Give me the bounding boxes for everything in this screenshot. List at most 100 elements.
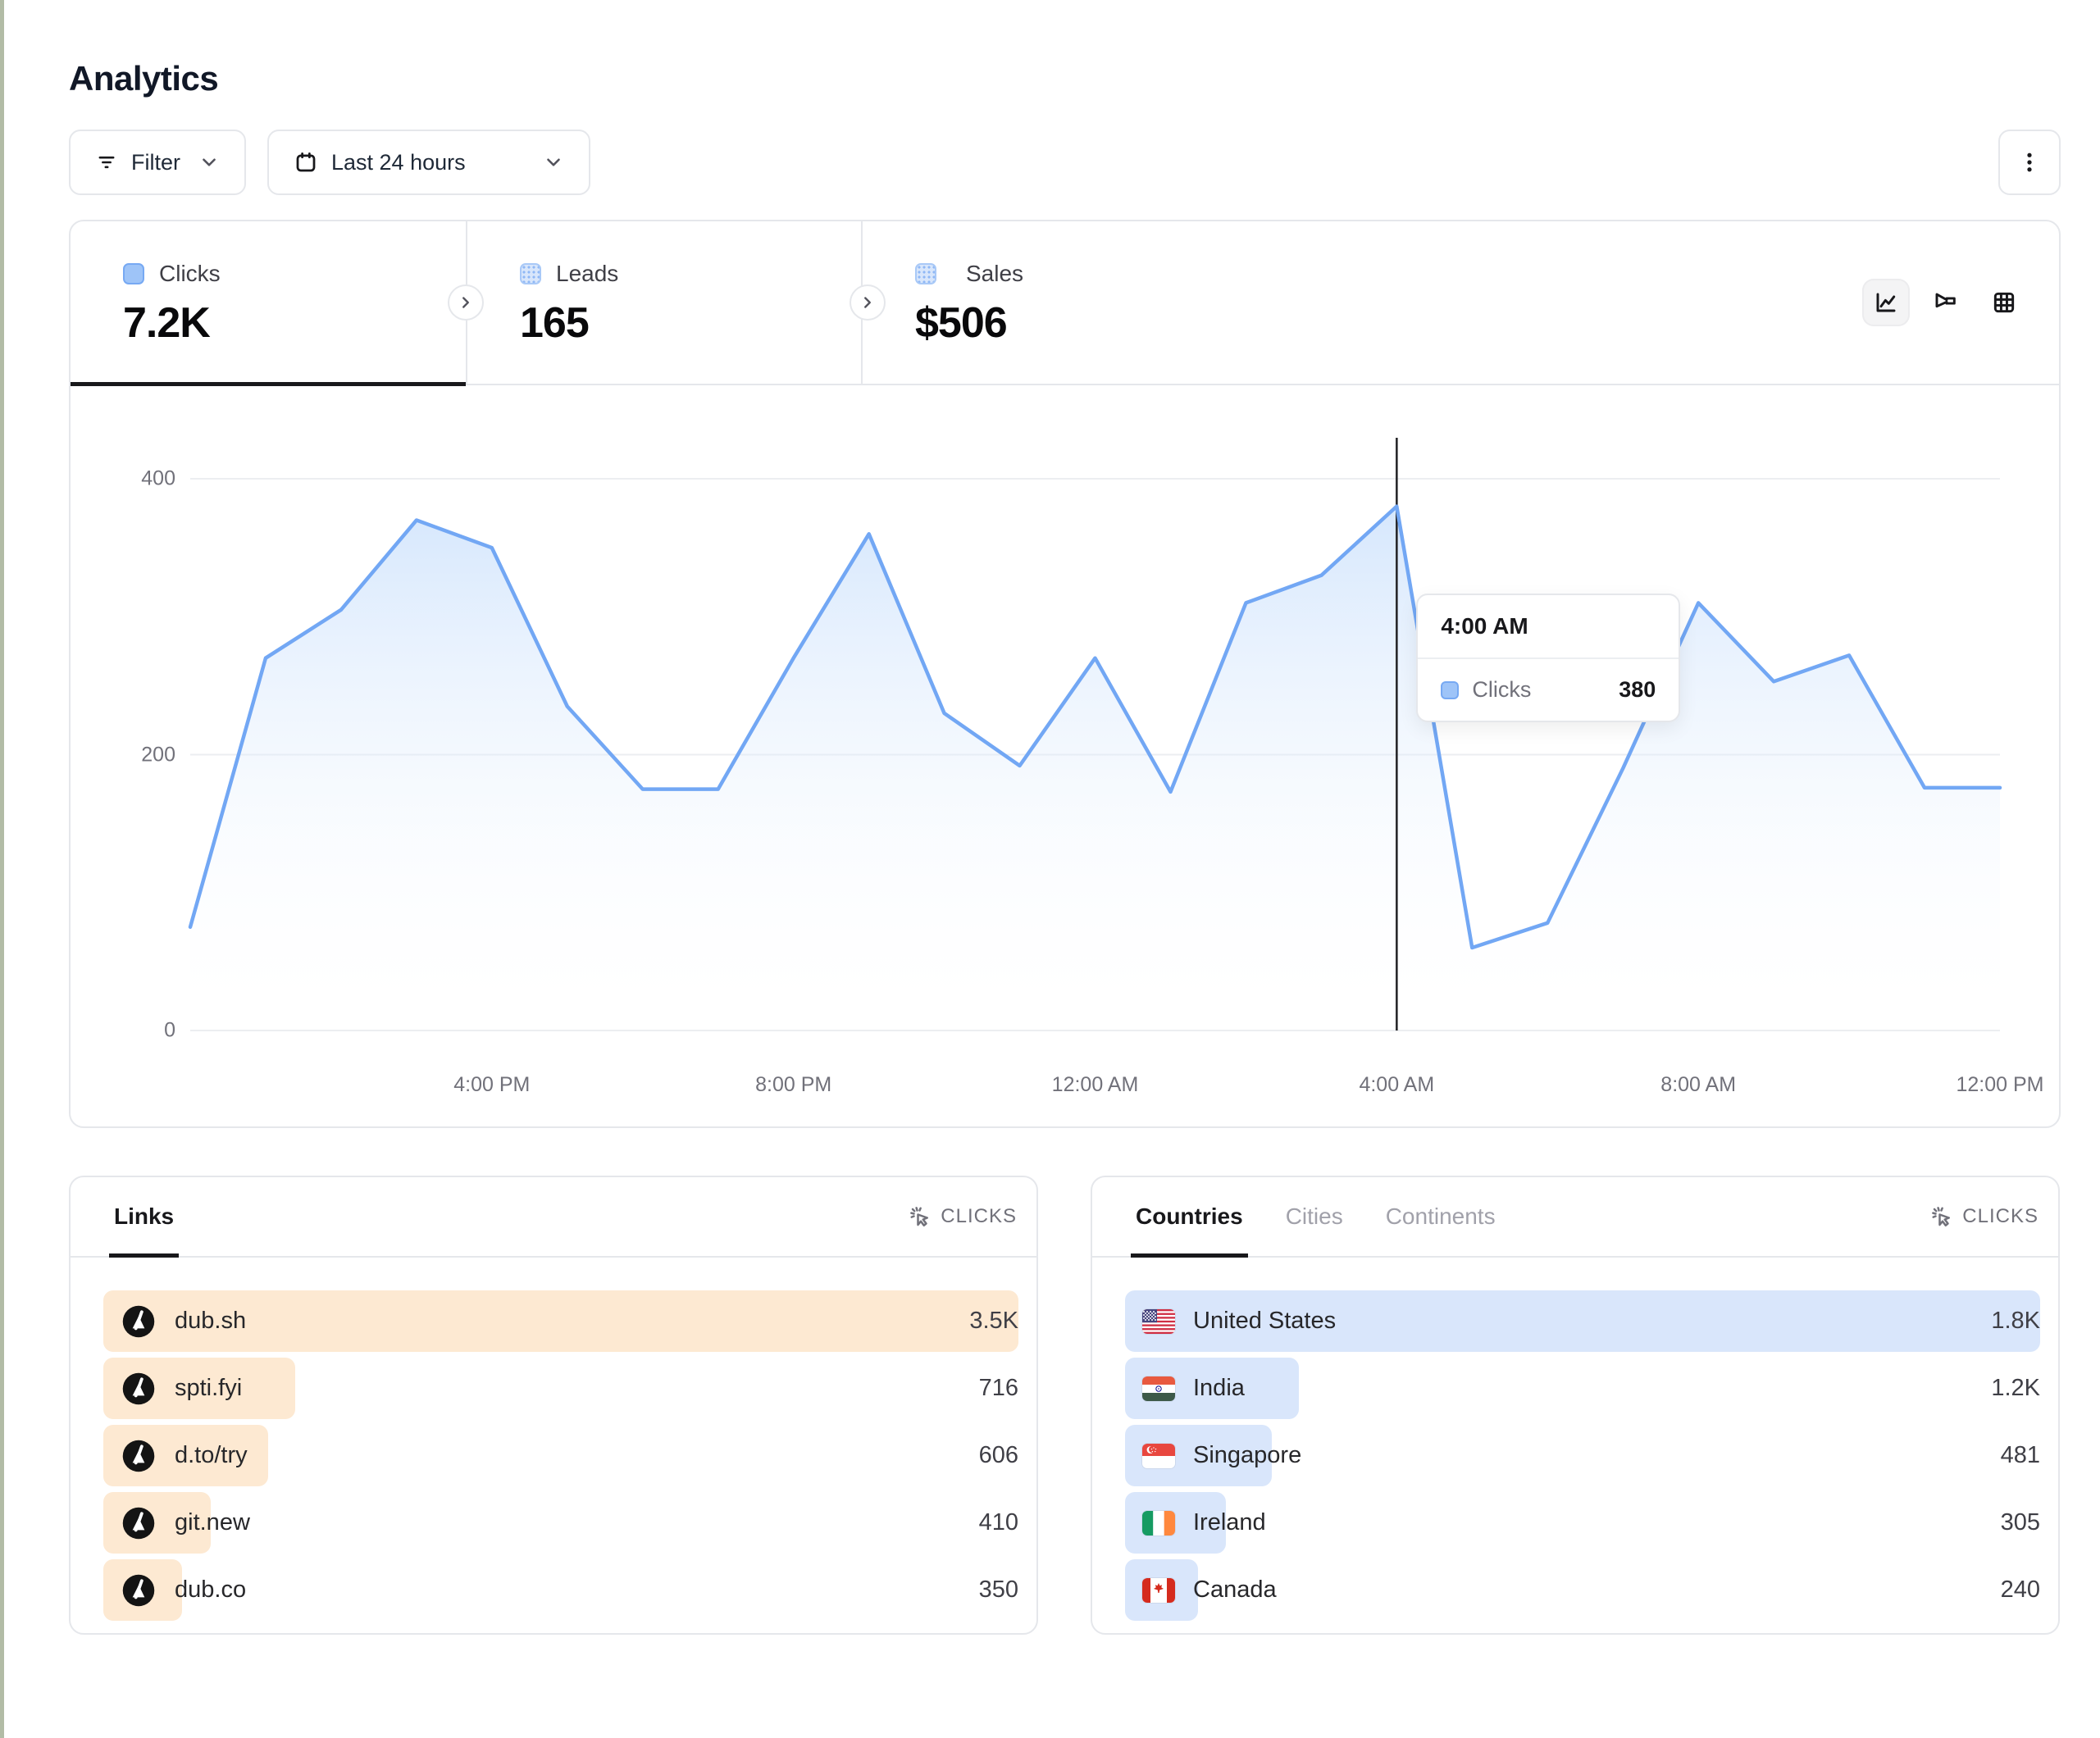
sales-value: $506 [915, 298, 1256, 348]
row-label: dub.co [175, 1576, 246, 1604]
breakdown-panels: Links CLICKS dub.sh3.5K spti.fyi716 [69, 1176, 2061, 1635]
line-chart-view-button[interactable] [1862, 279, 1910, 326]
filter-button[interactable]: Filter [69, 130, 246, 195]
leads-series-swatch [520, 263, 541, 284]
tab-clicks[interactable]: Clicks 7.2K [71, 221, 466, 384]
chart-plot-area[interactable]: 4:00 AM Clicks 380 0200400 [190, 438, 2000, 1036]
us-flag-icon [1142, 1309, 1175, 1334]
row-label: Canada [1193, 1576, 1277, 1604]
ie-flag-icon [1142, 1511, 1175, 1536]
x-axis-tick-label: 4:00 PM [453, 1073, 530, 1097]
y-axis-tick-label: 0 [164, 1019, 175, 1043]
row-label: United States [1193, 1308, 1336, 1335]
row-label: d.to/try [175, 1442, 248, 1469]
row-value: 1.2K [1991, 1375, 2040, 1402]
dub-logo-icon [121, 1304, 157, 1340]
expand-sales-button[interactable] [850, 284, 886, 321]
tab-links[interactable]: Links [114, 1177, 174, 1256]
row-value: 1.8K [1991, 1308, 2040, 1335]
link-row-dub-sh[interactable]: dub.sh3.5K [103, 1289, 1018, 1354]
dub-logo-icon [121, 1505, 157, 1541]
leads-tab-label: Leads [556, 261, 618, 287]
row-value: 3.5K [969, 1308, 1018, 1335]
date-range-button[interactable]: Last 24 hours [267, 130, 590, 195]
tab-leads[interactable]: Leads 165 [466, 221, 861, 384]
chevron-down-icon [198, 152, 220, 173]
row-value: 240 [2001, 1576, 2040, 1604]
row-label: Ireland [1193, 1509, 1266, 1536]
metric-tabs: Clicks 7.2K Leads 165 Sales $506 [71, 221, 2059, 385]
link-row-dub-co[interactable]: dub.co350 [103, 1558, 1018, 1622]
dub-logo-icon [121, 1572, 157, 1608]
tooltip-series-swatch [1441, 681, 1459, 699]
x-axis-tick-label: 12:00 AM [1052, 1073, 1139, 1097]
cursor-click-icon [908, 1204, 932, 1229]
sales-series-swatch [915, 263, 936, 284]
tab-continents[interactable]: Continents [1386, 1177, 1496, 1256]
row-value: 606 [979, 1442, 1018, 1469]
row-value: 716 [979, 1375, 1018, 1402]
country-row-singapore[interactable]: Singapore481 [1125, 1423, 2040, 1488]
tab-cities[interactable]: Cities [1286, 1177, 1343, 1256]
x-axis-tick-label: 12:00 PM [1956, 1073, 2043, 1097]
chart-tooltip: 4:00 AM Clicks 380 [1416, 594, 1680, 722]
links-panel: Links CLICKS dub.sh3.5K spti.fyi716 [69, 1176, 1038, 1635]
y-axis-tick-label: 200 [141, 743, 175, 767]
sg-flag-icon [1142, 1444, 1175, 1468]
area-chart-svg [190, 438, 2000, 1036]
leads-value: 165 [520, 298, 861, 348]
filter-icon [95, 151, 118, 174]
chevron-down-icon [543, 152, 564, 173]
more-options-button[interactable] [1998, 130, 2061, 195]
dub-logo-icon [121, 1438, 157, 1474]
dub-logo-icon [121, 1572, 157, 1608]
chart-view-toggles [1862, 221, 2059, 384]
dub-logo-icon [121, 1438, 157, 1474]
y-axis-tick-label: 400 [141, 467, 175, 491]
row-label: India [1193, 1375, 1245, 1402]
tooltip-series-label: Clicks [1472, 677, 1531, 703]
countries-metric-label: CLICKS [1962, 1205, 2039, 1228]
link-row-d-to-try[interactable]: d.to/try 606 [103, 1423, 1018, 1488]
dub-logo-icon [121, 1371, 157, 1407]
filter-button-label: Filter [131, 150, 180, 175]
date-range-label: Last 24 hours [331, 150, 466, 175]
funnel-view-button[interactable] [1921, 279, 1969, 326]
countries-panel-tabs: Countries Cities Continents [1136, 1177, 1496, 1256]
row-value: 305 [2001, 1509, 2040, 1536]
links-metric-label: CLICKS [941, 1205, 1017, 1228]
expand-leads-button[interactable] [448, 284, 484, 321]
tab-sales[interactable]: Sales $506 [861, 221, 1256, 384]
country-row-india[interactable]: India 1.2K [1125, 1356, 2040, 1421]
country-row-united-states[interactable]: United States 1.8K [1125, 1289, 2040, 1354]
line-chart-icon [1873, 289, 1899, 316]
tab-countries[interactable]: Countries [1136, 1177, 1243, 1256]
clicks-chart[interactable]: 4:00 AM Clicks 380 0200400 4:00 PM 8:00 P… [190, 438, 2000, 1126]
x-axis-tick-label: 8:00 AM [1660, 1073, 1736, 1097]
row-value: 481 [2001, 1442, 2040, 1469]
country-row-canada[interactable]: Canada 240 [1125, 1558, 2040, 1622]
link-row-spti-fyi[interactable]: spti.fyi716 [103, 1356, 1018, 1421]
analytics-card: Clicks 7.2K Leads 165 Sales $506 [69, 220, 2061, 1128]
tab-split-1 [448, 284, 484, 321]
dub-logo-icon [121, 1304, 157, 1340]
link-row-git-new[interactable]: git.new 410 [103, 1490, 1018, 1555]
row-label: git.new [175, 1509, 250, 1536]
toolbar: Filter Last 24 hours [69, 130, 2061, 195]
table-grid-icon [1991, 289, 2017, 316]
calendar-icon [294, 150, 318, 175]
clicks-value: 7.2K [123, 298, 466, 348]
cursor-click-icon [1929, 1204, 1954, 1229]
dub-logo-icon [121, 1505, 157, 1541]
analytics-page: Analytics Filter Last 24 hours [69, 0, 2061, 1635]
countries-panel: Countries Cities Continents CLICKS United … [1091, 1176, 2060, 1635]
x-axis-tick-label: 8:00 PM [755, 1073, 831, 1097]
links-metric-tag: CLICKS [908, 1177, 1017, 1256]
table-view-button[interactable] [1980, 279, 2028, 326]
country-row-ireland[interactable]: Ireland 305 [1125, 1490, 2040, 1555]
clicks-tab-label: Clicks [159, 261, 221, 287]
ca-flag-icon [1142, 1578, 1175, 1603]
sales-tab-label: Sales [966, 261, 1023, 287]
row-value: 410 [979, 1509, 1018, 1536]
dub-logo-icon [121, 1371, 157, 1407]
